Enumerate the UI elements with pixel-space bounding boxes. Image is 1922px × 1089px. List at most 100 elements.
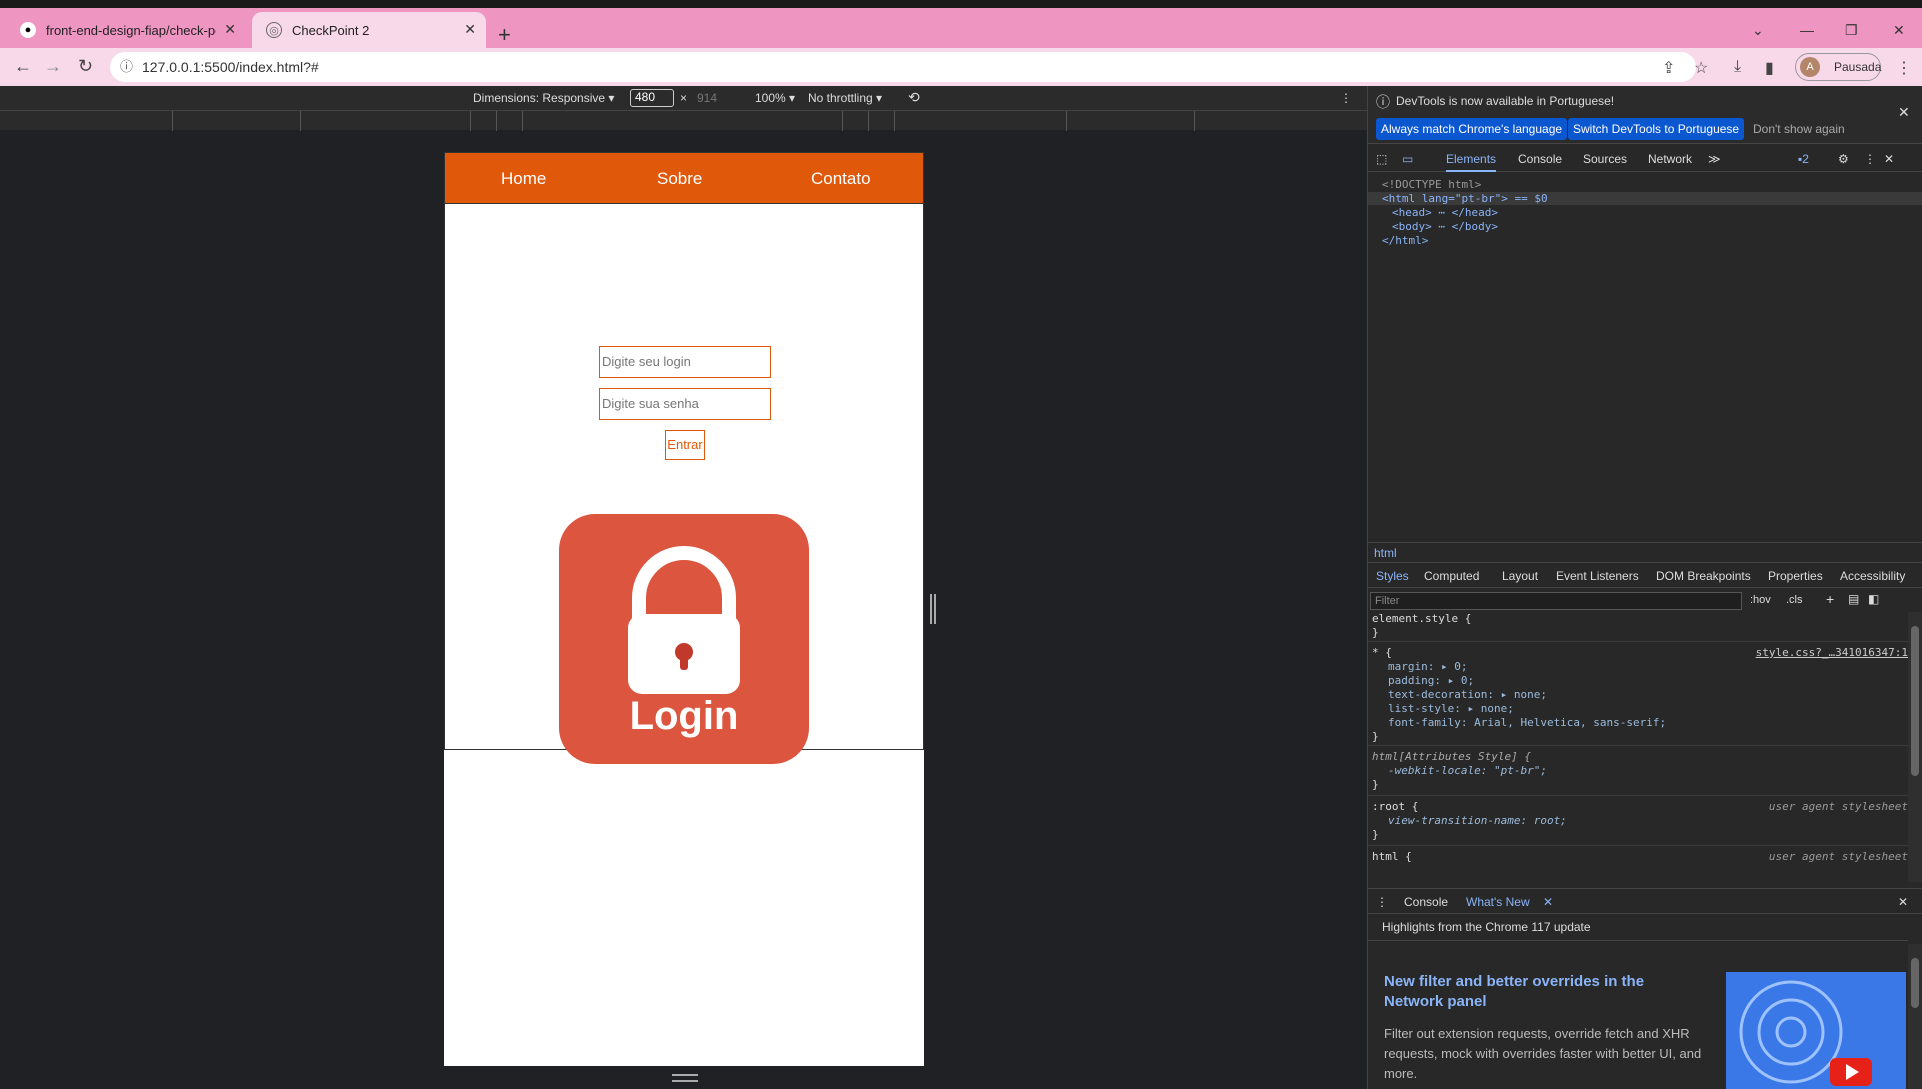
share-icon[interactable]: ⇪: [1662, 58, 1675, 78]
whats-new-scrollbar[interactable]: [1908, 944, 1922, 1089]
avatar: A: [1800, 57, 1820, 77]
tab-styles[interactable]: Styles: [1376, 569, 1409, 583]
github-icon: ●: [20, 22, 36, 38]
star-icon[interactable]: ☆: [1694, 58, 1708, 78]
dimensions-dropdown[interactable]: Dimensions: Responsive ▾: [473, 91, 614, 105]
more-tabs-icon[interactable]: ≫: [1708, 152, 1721, 166]
forward-icon[interactable]: →: [44, 56, 62, 77]
login-section: Digite seu login Digite sua senha Entrar…: [444, 204, 924, 764]
cls-toggle[interactable]: .cls: [1786, 594, 1803, 606]
viewport-bottom-handle[interactable]: [672, 1074, 698, 1082]
breadcrumb[interactable]: html: [1368, 542, 1922, 562]
rotate-icon[interactable]: ⟲: [908, 89, 920, 106]
match-language-button[interactable]: Always match Chrome's language: [1376, 118, 1568, 140]
address-input[interactable]: ⓘ 127.0.0.1:5500/index.html?#: [110, 52, 1696, 82]
close-devtools-icon[interactable]: ✕: [1884, 152, 1894, 166]
target-graphic: [1739, 980, 1872, 1086]
banner-text: DevTools is now available in Portuguese!: [1396, 94, 1615, 108]
nav-home-link[interactable]: Home: [501, 169, 546, 189]
address-bar-row: ← → ↻ ⓘ 127.0.0.1:5500/index.html?# ⇪ ☆ …: [0, 48, 1922, 86]
settings-icon[interactable]: ⚙: [1838, 152, 1849, 166]
nav-contato-link[interactable]: Contato: [811, 169, 871, 189]
dom-doctype[interactable]: <!DOCTYPE html>: [1382, 178, 1481, 191]
ua-label: user agent stylesheet: [1768, 850, 1908, 863]
new-rule-icon[interactable]: +: [1826, 591, 1834, 607]
sidebar-toggle-icon[interactable]: ◧: [1868, 592, 1879, 606]
tab-elements[interactable]: Elements: [1446, 152, 1497, 172]
drawer-tabs: ⋮ Console What's New ✕ ✕: [1368, 888, 1922, 914]
paint-icon[interactable]: ▤: [1848, 592, 1859, 606]
whats-new-title[interactable]: New filter and better overrides in the N…: [1384, 972, 1704, 1012]
hov-toggle[interactable]: :hov: [1750, 594, 1771, 606]
tab-dom-breakpoints[interactable]: DOM Breakpoints: [1656, 569, 1751, 583]
dont-show-button[interactable]: Don't show again: [1753, 122, 1845, 136]
menu-icon[interactable]: ⋮: [1896, 58, 1912, 78]
switch-portuguese-button[interactable]: Switch DevTools to Portuguese: [1568, 118, 1745, 140]
tab-properties[interactable]: Properties: [1768, 569, 1823, 583]
zoom-dropdown[interactable]: 100% ▾: [755, 91, 795, 105]
throttle-dropdown[interactable]: No throttling ▾: [808, 91, 882, 105]
address-text: 127.0.0.1:5500/index.html?#: [142, 59, 319, 75]
inspect-icon[interactable]: ⬚: [1376, 152, 1387, 166]
tab-checkpoint[interactable]: ◎ CheckPoint 2 ✕: [252, 12, 486, 48]
media-query-ruler: [0, 110, 1367, 131]
styles-tabs: Styles Computed Layout Event Listeners D…: [1368, 562, 1922, 588]
tab-sources[interactable]: Sources: [1583, 152, 1627, 166]
styles-filter-row: Filter :hov .cls + ▤ ◧: [1368, 588, 1922, 612]
close-drawer-icon[interactable]: ✕: [1898, 895, 1908, 909]
times-label: ×: [680, 91, 688, 105]
profile-button[interactable]: A Pausada: [1795, 53, 1881, 81]
tab-console[interactable]: Console: [1518, 152, 1562, 166]
dom-head[interactable]: <head> ⋯ </head>: [1392, 206, 1498, 219]
more-options-icon[interactable]: ⋮: [1340, 91, 1352, 105]
drawer-tab-whats-new[interactable]: What's New: [1466, 895, 1530, 909]
height-input[interactable]: 914: [697, 91, 717, 105]
tab-search-icon[interactable]: ⌄: [1752, 22, 1764, 39]
tab-computed[interactable]: Computed: [1424, 569, 1479, 583]
side-panel-icon[interactable]: ▮: [1765, 58, 1774, 78]
login-image-text: Login: [629, 694, 739, 738]
restore-icon[interactable]: ❐: [1845, 22, 1858, 39]
tab-github[interactable]: ● front-end-design-fiap/check-po ✕: [6, 12, 246, 48]
tab-accessibility[interactable]: Accessibility: [1840, 569, 1905, 583]
password-input[interactable]: Digite sua senha: [599, 388, 771, 420]
viewport-resize-handle[interactable]: [930, 594, 936, 624]
drawer-tab-console[interactable]: Console: [1404, 895, 1448, 909]
rule-html-attributes: html[Attributes Style] { -webkit-locale:…: [1368, 750, 1908, 796]
kebab-icon[interactable]: ⋮: [1864, 152, 1876, 166]
tab-layout[interactable]: Layout: [1502, 569, 1538, 583]
rule-source-link[interactable]: style.css?_…341016347:1: [1756, 646, 1908, 659]
info-icon[interactable]: ⓘ: [120, 52, 133, 82]
device-toggle-icon[interactable]: ▭: [1402, 152, 1413, 166]
back-icon[interactable]: ←: [14, 56, 32, 77]
tab-title: front-end-design-fiap/check-po: [46, 22, 216, 38]
styles-filter-input[interactable]: Filter: [1370, 592, 1742, 610]
download-icon[interactable]: ⤓: [1734, 58, 1741, 76]
close-tab-icon[interactable]: ✕: [1543, 895, 1553, 909]
whats-new-body: Filter out extension requests, override …: [1384, 1026, 1702, 1081]
minimize-icon[interactable]: —: [1800, 22, 1814, 38]
window-close-icon[interactable]: ✕: [1893, 22, 1905, 39]
issues-badge[interactable]: ▪2: [1798, 152, 1809, 166]
nav-sobre-link[interactable]: Sobre: [657, 169, 702, 189]
dom-html-open[interactable]: <html lang="pt-br"> == $0: [1368, 192, 1922, 205]
drawer-menu-icon[interactable]: ⋮: [1376, 895, 1388, 909]
dom-html-close[interactable]: </html>: [1382, 234, 1428, 247]
whats-new-video-thumbnail[interactable]: [1726, 972, 1906, 1089]
tab-event-listeners[interactable]: Event Listeners: [1556, 569, 1639, 583]
new-tab-icon[interactable]: +: [498, 22, 511, 48]
width-input[interactable]: 480: [630, 89, 674, 107]
reload-icon[interactable]: ↻: [78, 56, 93, 77]
close-banner-icon[interactable]: ✕: [1898, 104, 1910, 121]
dom-tree: <!DOCTYPE html> <html lang="pt-br"> == $…: [1368, 172, 1922, 542]
whats-new-panel: Highlights from the Chrome 117 update Ne…: [1368, 914, 1922, 1089]
tab-network[interactable]: Network: [1648, 152, 1692, 166]
enter-button[interactable]: Entrar: [665, 430, 705, 460]
styles-scrollbar[interactable]: [1908, 612, 1922, 882]
login-input[interactable]: Digite seu login: [599, 346, 771, 378]
info-icon: ⓘ: [1376, 94, 1390, 110]
devtools-tabs: ⬚ ▭ Elements Console Sources Network ≫ ▪…: [1368, 144, 1922, 172]
close-icon[interactable]: ✕: [464, 21, 476, 38]
dom-body[interactable]: <body> ⋯ </body>: [1392, 220, 1498, 233]
close-icon[interactable]: ✕: [224, 21, 236, 38]
